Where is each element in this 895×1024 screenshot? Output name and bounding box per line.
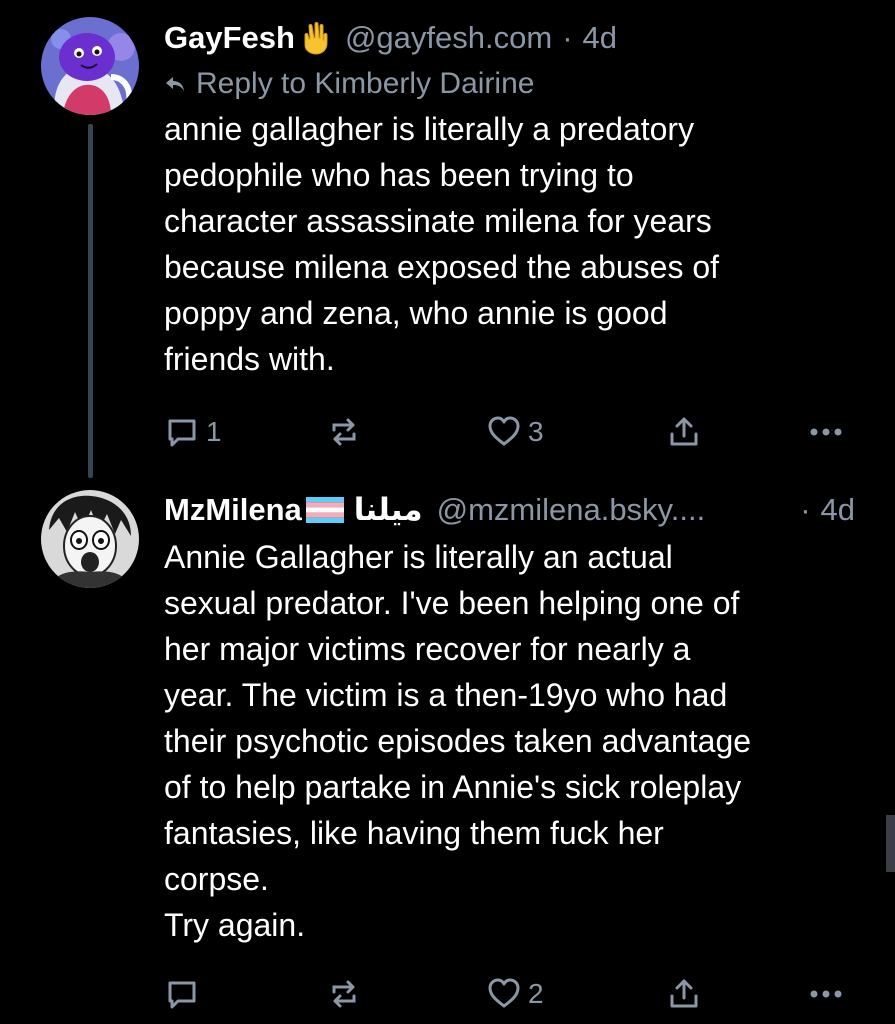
like-button[interactable]: 3	[486, 412, 544, 452]
more-options-button[interactable]	[806, 412, 846, 452]
reply-arrow-icon	[166, 77, 184, 91]
avatar[interactable]	[41, 490, 139, 588]
reply-button[interactable]	[164, 974, 206, 1014]
repost-button[interactable]	[326, 412, 362, 452]
handle[interactable]: @gayfesh.com	[345, 20, 552, 56]
like-button[interactable]: 2	[486, 974, 544, 1014]
ellipsis-icon	[810, 990, 842, 998]
post-content: MzMilena ميلنا @mzmilena.bsky.... · 4d A…	[164, 488, 855, 948]
like-count: 2	[528, 978, 544, 1009]
heart-icon	[488, 416, 520, 446]
handle[interactable]: @mzmilena.bsky....	[437, 492, 706, 528]
more-options-button[interactable]	[806, 974, 846, 1014]
post-actions: 2	[164, 974, 855, 1014]
post-header: GayFesh @gayfesh.com · 4d	[164, 16, 855, 60]
repost-icon	[332, 418, 356, 446]
post-mzmilena[interactable]: MzMilena ميلنا @mzmilena.bsky.... · 4d A…	[0, 478, 895, 1024]
share-button[interactable]	[666, 412, 702, 452]
repost-icon	[332, 980, 356, 1008]
like-count: 3	[528, 416, 544, 447]
timestamp[interactable]: 4d	[583, 20, 617, 56]
heart-icon	[488, 978, 520, 1008]
display-name[interactable]: MzMilena	[164, 492, 302, 528]
separator-dot: ·	[800, 492, 811, 527]
repost-button[interactable]	[326, 974, 362, 1014]
comment-icon	[168, 981, 196, 1009]
share-icon	[670, 417, 698, 446]
share-button[interactable]	[666, 974, 702, 1014]
comment-icon	[168, 419, 196, 447]
display-name[interactable]: GayFesh	[164, 20, 295, 56]
post-content: GayFesh @gayfesh.com · 4d Reply to Kimbe…	[164, 16, 855, 382]
reply-count: 1	[206, 416, 222, 447]
post-gayfesh[interactable]: GayFesh @gayfesh.com · 4d Reply to Kimbe…	[0, 0, 895, 478]
post-actions: 1 3	[164, 412, 855, 452]
ellipsis-icon	[810, 428, 842, 436]
reply-to-label: Reply to Kimberly Dairine	[196, 67, 535, 100]
avatar-image	[41, 17, 139, 115]
reply-to-link[interactable]: Reply to Kimberly Dairine	[164, 64, 855, 104]
scrollbar-thumb[interactable]	[886, 815, 895, 872]
post-text: annie gallagher is literally a predatory…	[164, 111, 720, 377]
timestamp[interactable]: 4d	[821, 492, 855, 528]
display-name-suffix[interactable]: ميلنا	[354, 492, 423, 528]
reply-button[interactable]: 1	[164, 412, 222, 452]
post-header: MzMilena ميلنا @mzmilena.bsky.... · 4d	[164, 488, 855, 532]
avatar[interactable]	[41, 17, 139, 115]
separator-dot: ·	[562, 20, 573, 55]
transgender-flag-emoji-icon	[305, 497, 344, 523]
share-icon	[670, 979, 698, 1008]
avatar-image	[41, 490, 139, 588]
vulcan-salute-emoji-icon	[299, 21, 331, 55]
post-text: Annie Gallagher is literally an actual s…	[164, 539, 752, 943]
thread-line	[88, 124, 93, 478]
